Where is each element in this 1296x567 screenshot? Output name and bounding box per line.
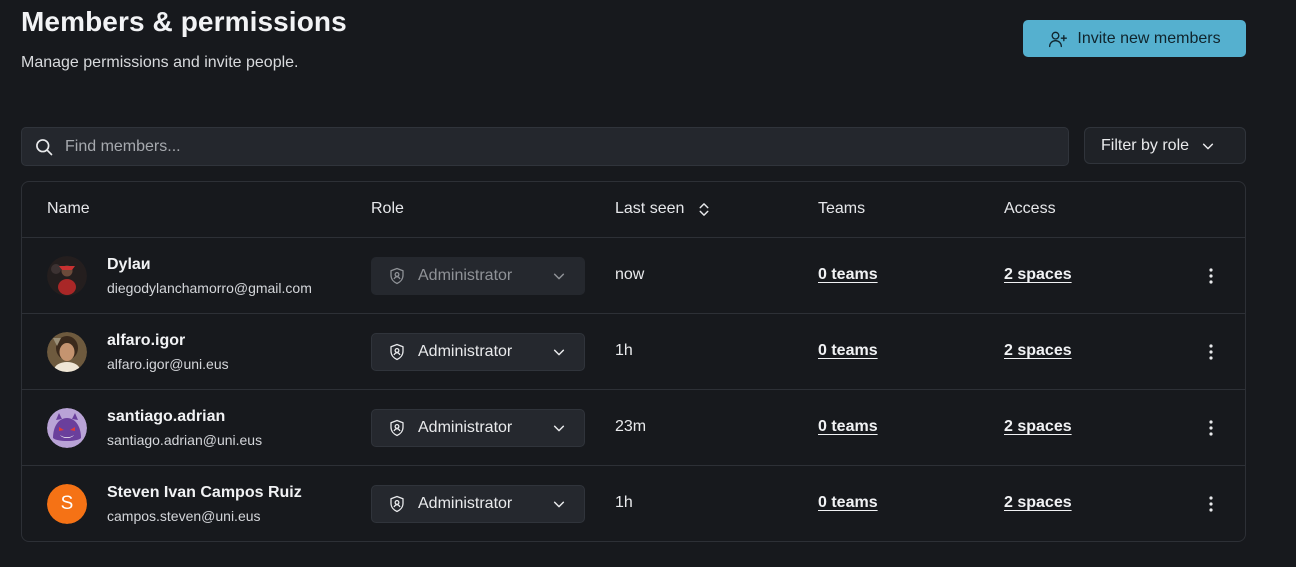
teams-link[interactable]: 0 teams	[818, 418, 878, 436]
member-name: santiago.adrian	[107, 408, 226, 425]
table-row: alfaro.igor alfaro.igor@uni.eus Administ…	[22, 314, 1245, 390]
column-header-access: Access	[1004, 200, 1056, 217]
table-row: santiago.adrian santiago.adrian@uni.eus …	[22, 390, 1245, 466]
more-vertical-icon	[1209, 420, 1213, 436]
role-select[interactable]: Administrator	[371, 485, 585, 523]
column-header-role: Role	[371, 200, 404, 217]
avatar-initial: S	[47, 484, 87, 524]
table-header: Name Role Last seen Teams Access	[22, 182, 1245, 238]
page-subtitle: Manage permissions and invite people.	[21, 54, 299, 71]
avatar-image	[47, 332, 87, 372]
more-vertical-icon	[1209, 496, 1213, 512]
teams-link[interactable]: 0 teams	[818, 342, 878, 360]
last-seen: 1h	[615, 342, 633, 359]
shield-icon	[390, 419, 404, 437]
column-header-teams: Teams	[818, 200, 866, 217]
role-select: Administrator	[371, 257, 585, 295]
more-vertical-icon	[1209, 268, 1213, 284]
chevron-down-icon	[553, 273, 565, 280]
search-icon	[36, 138, 53, 155]
teams-link[interactable]: 0 teams	[818, 266, 878, 284]
members-table: Name Role Last seen Teams Access Dylaи d…	[21, 181, 1246, 542]
avatar	[47, 256, 87, 296]
role-select[interactable]: Administrator	[371, 409, 585, 447]
chevron-down-icon	[1202, 143, 1214, 149]
avatar	[47, 332, 87, 372]
role-label: Administrator	[418, 267, 513, 284]
column-header-name: Name	[47, 200, 90, 217]
filter-by-role-dropdown[interactable]: Filter by role	[1084, 127, 1246, 164]
table-row: S Steven Ivan Campos Ruiz campos.steven@…	[22, 466, 1245, 541]
access-link[interactable]: 2 spaces	[1004, 494, 1072, 512]
chevron-down-icon	[553, 349, 565, 356]
role-label: Administrator	[418, 495, 513, 512]
search-field[interactable]	[21, 127, 1069, 166]
last-seen: 1h	[615, 494, 633, 511]
shield-icon	[390, 495, 404, 513]
column-header-last-seen[interactable]: Last seen	[615, 200, 710, 218]
avatar-image	[47, 256, 87, 296]
role-select[interactable]: Administrator	[371, 333, 585, 371]
member-email: santiago.adrian@uni.eus	[107, 432, 263, 448]
row-menu-button[interactable]	[1200, 341, 1222, 363]
role-label: Administrator	[418, 343, 513, 360]
avatar: S	[47, 484, 87, 524]
shield-icon	[390, 343, 404, 361]
avatar	[47, 408, 87, 448]
chevron-down-icon	[553, 501, 565, 508]
table-row: Dylaи diegodylanchamorro@gmail.com Admin…	[22, 238, 1245, 314]
row-menu-button[interactable]	[1200, 417, 1222, 439]
shield-icon	[390, 267, 404, 285]
filter-by-role-label: Filter by role	[1101, 136, 1190, 154]
member-name: Steven Ivan Campos Ruiz	[107, 484, 302, 501]
last-seen: 23m	[615, 418, 647, 435]
page-title: Members & permissions	[21, 6, 347, 37]
chevron-down-icon	[553, 425, 565, 432]
member-email: campos.steven@uni.eus	[107, 508, 261, 524]
row-menu-button[interactable]	[1200, 265, 1222, 287]
teams-link[interactable]: 0 teams	[818, 494, 878, 512]
user-plus-icon	[1049, 31, 1068, 47]
sort-icon[interactable]	[698, 202, 710, 217]
search-input[interactable]	[65, 137, 1068, 156]
more-vertical-icon	[1209, 344, 1213, 360]
member-email: diegodylanchamorro@gmail.com	[107, 280, 312, 296]
member-email: alfaro.igor@uni.eus	[107, 356, 229, 372]
last-seen: now	[615, 266, 645, 283]
member-name: alfaro.igor	[107, 332, 186, 349]
access-link[interactable]: 2 spaces	[1004, 418, 1072, 436]
member-name: Dylaи	[107, 256, 151, 273]
role-label: Administrator	[418, 419, 513, 436]
access-link[interactable]: 2 spaces	[1004, 342, 1072, 360]
invite-members-button[interactable]: Invite new members	[1023, 20, 1246, 57]
access-link[interactable]: 2 spaces	[1004, 266, 1072, 284]
avatar-image	[47, 408, 87, 448]
invite-members-label: Invite new members	[1077, 29, 1221, 47]
row-menu-button[interactable]	[1200, 493, 1222, 515]
